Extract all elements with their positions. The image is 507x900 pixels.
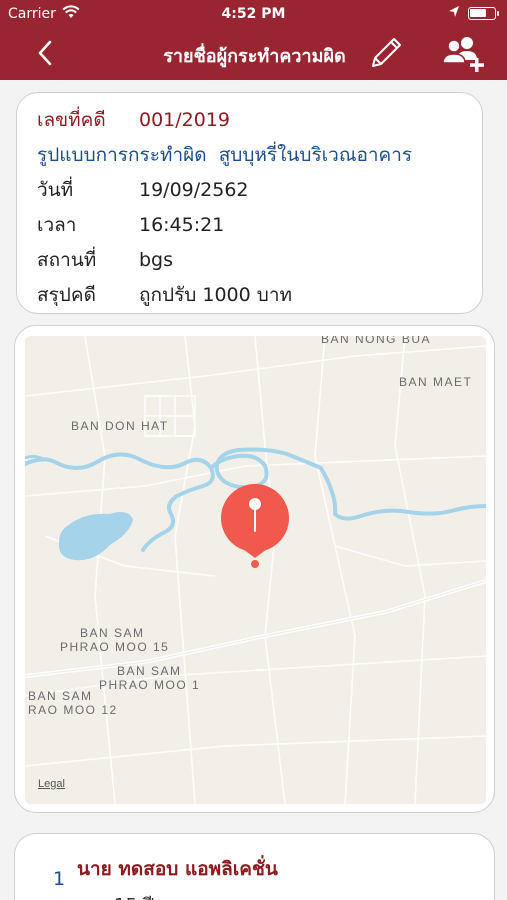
battery-icon	[468, 7, 499, 20]
map-label-sam-phrao-15-line1: BAN SAM	[80, 626, 145, 640]
map-legal-link[interactable]: Legal	[38, 778, 65, 790]
location-pin-icon[interactable]	[221, 484, 289, 568]
map-label-sam-phrao-1-line1: BAN SAM	[117, 664, 182, 678]
case-info-card: เลขที่คดี 001/2019 รูปแบบการกระทำผิด สูบบ…	[16, 92, 483, 314]
map-label-ban-don-hat: BAN DON HAT	[71, 419, 169, 433]
place-label: สถานที่	[37, 249, 97, 271]
page-title: รายชื่อผู้กระทำความผิด	[163, 46, 346, 67]
time-value: 16:45:21	[139, 214, 225, 236]
summary-row: สรุปคดี ถูกปรับ 1000 บาท	[37, 280, 292, 310]
map-label-sam-12-line1: BAN SAM	[28, 689, 93, 703]
offender-list-item[interactable]: 1 นาย ทดสอบ แอพลิเคชั่น อายุ 15 ปี	[14, 833, 495, 900]
date-row: วันที่ 19/09/2562	[37, 175, 249, 205]
time-label: เวลา	[37, 214, 77, 236]
pencil-icon	[372, 38, 401, 67]
nav-bar: รายชื่อผู้กระทำความผิด	[0, 28, 507, 80]
offender-age: อายุ 15 ปี	[77, 890, 154, 900]
summary-value: ถูกปรับ 1000 บาท	[139, 284, 293, 306]
add-user-button[interactable]	[440, 34, 486, 74]
status-bar: Carrier 4:52 PM	[0, 0, 507, 28]
case-number-value: 001/2019	[139, 109, 231, 131]
date-label: วันที่	[37, 179, 74, 201]
offense-pattern-value: สูบบุหรี่ในบริเวณอาคาร	[218, 144, 413, 166]
add-users-icon	[442, 37, 484, 72]
location-arrow-icon	[448, 5, 460, 23]
navigation-header: Carrier 4:52 PM รายชื่อผู้กระทำความผิด	[0, 0, 507, 80]
map-label-sam-phrao-15-line2: PHRAO MOO 15	[60, 640, 170, 654]
map-card: BAN NONG BUA BAN MAET BAN DON HAT BAN SA…	[14, 325, 495, 813]
map-label-ban-maet: BAN MAET	[399, 375, 473, 389]
case-number-label: เลขที่คดี	[37, 109, 106, 131]
map-label-sam-12-line2: RAO MOO 12	[28, 703, 118, 717]
offense-pattern-label: รูปแบบการกระทำผิด	[37, 144, 207, 166]
location-map[interactable]: BAN NONG BUA BAN MAET BAN DON HAT BAN SA…	[25, 336, 486, 804]
place-row: สถานที่ bgs	[37, 245, 173, 275]
offense-pattern-row: รูปแบบการกระทำผิด สูบบุหรี่ในบริเวณอาคาร	[37, 140, 412, 170]
map-label-sam-phrao-1-line2: PHRAO MOO 1	[99, 678, 201, 692]
status-time: 4:52 PM	[221, 6, 286, 22]
time-row: เวลา 16:45:21	[37, 210, 224, 240]
case-number-row: เลขที่คดี 001/2019	[37, 105, 230, 135]
edit-button[interactable]	[366, 33, 406, 73]
map-canvas	[25, 336, 486, 804]
screen: Carrier 4:52 PM รายชื่อผู้กระทำความผิด เ…	[0, 0, 507, 900]
summary-label: สรุปคดี	[37, 284, 96, 306]
date-value: 19/09/2562	[139, 179, 249, 201]
map-label-ban-nong-bua: BAN NONG BUA	[321, 336, 432, 346]
place-value: bgs	[139, 249, 174, 271]
offender-name: นาย ทดสอบ แอพลิเคชั่น	[77, 858, 278, 880]
offender-index: 1	[53, 868, 66, 890]
